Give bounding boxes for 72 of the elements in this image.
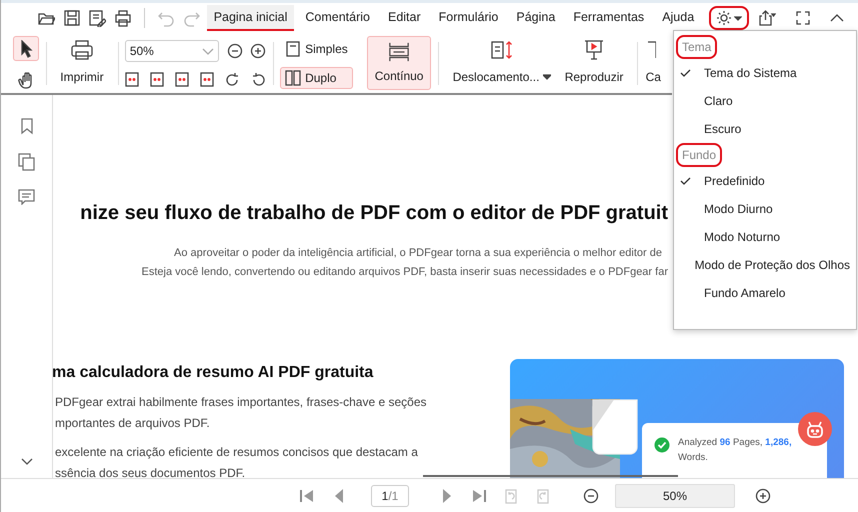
zoom-in-icon[interactable] (755, 488, 771, 504)
menu-tab[interactable]: Ferramentas (566, 4, 652, 30)
caret-icon (734, 14, 742, 20)
bookmark-icon[interactable] (18, 117, 34, 135)
menu-item[interactable]: Predefinido (674, 167, 856, 195)
check-icon (680, 176, 691, 186)
page-icon (592, 399, 638, 455)
double-page-icon (285, 70, 302, 86)
fullscreen-icon (795, 10, 812, 26)
fit-width-icon[interactable] (174, 72, 189, 87)
hand-icon (18, 71, 34, 90)
menu-item[interactable]: Modo Noturno (674, 223, 856, 251)
zoom-out-icon[interactable] (227, 43, 244, 59)
menu-tab[interactable]: Editar (380, 4, 428, 30)
rotate-left-icon[interactable] (250, 72, 266, 87)
first-page-icon[interactable] (299, 488, 315, 504)
zoom-dropdown[interactable]: 50% (124, 40, 219, 62)
check-icon (680, 68, 691, 78)
scroll-mode-button[interactable]: Deslocamento... (446, 36, 558, 93)
section-heading: ma calculadora de resumo AI PDF gratuita (53, 363, 374, 382)
caret-icon (542, 74, 551, 80)
save-edit-icon (88, 8, 106, 26)
menu-section-title: Tema (676, 35, 718, 59)
last-page-icon[interactable] (471, 488, 487, 504)
menu-tab[interactable]: Ajuda (655, 4, 702, 30)
menu-item[interactable]: Tema do Sistema (674, 59, 856, 87)
body-text: PDFgear extrai habilmente frases importantes, frases-chave e seções mportantes de arquivos PDF. (55, 394, 427, 432)
printer-icon (68, 39, 95, 61)
zoom-out-icon[interactable] (583, 488, 599, 504)
menu-tab[interactable]: Página (509, 4, 562, 30)
share-icon (757, 8, 776, 26)
menu-tab[interactable]: Formulário (432, 4, 506, 30)
menu-tab[interactable]: Comentário (298, 4, 377, 30)
print-button[interactable]: Imprimir (53, 36, 111, 93)
chevron-down-icon[interactable] (20, 458, 32, 466)
sun-icon (716, 10, 732, 26)
zoom-in-icon[interactable] (250, 43, 266, 59)
cursor-icon (19, 40, 33, 58)
menu-item[interactable]: Claro (674, 87, 856, 115)
menu-item[interactable]: Modo Diurno (674, 195, 856, 223)
actual-size-icon[interactable] (124, 72, 139, 87)
page-field[interactable]: 1/1 (371, 484, 409, 506)
intro-text: Ao aproveitar o poder da inteligência artificial, o PDFgear torna a sua experiência o melhor editor de (174, 246, 662, 261)
single-page-icon (285, 41, 302, 57)
menu-tab[interactable]: Pagina inicial (206, 4, 294, 30)
double-page-button[interactable]: Duplo (280, 67, 353, 89)
tool-button[interactable]: Ca (644, 36, 662, 93)
menu-item[interactable]: Escuro (674, 115, 856, 143)
rotate-right-icon[interactable] (224, 72, 240, 87)
select-tool-button[interactable] (13, 36, 39, 62)
analysis-text: Analyzed 96 Pages, 1,286, Words. (678, 436, 792, 465)
robot-icon (805, 420, 825, 438)
comment-icon[interactable] (18, 189, 35, 205)
chevron-down-icon (202, 48, 214, 54)
document-heading: nize seu fluxo de trabalho de PDF com o editor de PDF gratuit (80, 201, 668, 225)
fit-page-icon[interactable] (150, 72, 164, 87)
single-page-button[interactable]: Simples (280, 38, 353, 60)
save-icon (62, 8, 81, 26)
play-button[interactable]: Reproduzir (558, 36, 630, 93)
presentation-icon (583, 39, 606, 61)
fit-height-icon[interactable] (200, 72, 214, 87)
menu-item[interactable]: Modo de Proteção dos Olhos (674, 251, 856, 279)
menu-section-title: Fundo (676, 143, 722, 167)
body-text: excelente na criação eficiente de resumos concisos que destacam a ssência dos seus documentos PDF. (55, 444, 418, 478)
zoom-field[interactable]: 50% (615, 484, 735, 508)
intro-text: Esteja você lendo, convertendo ou editando arquivos PDF, basta inserir suas necessidades e o PDFgear far (142, 265, 668, 280)
scroll-icon (490, 39, 514, 61)
check-circle-icon (654, 437, 670, 453)
menu-item[interactable]: Fundo Amarelo (674, 279, 856, 307)
print-icon (114, 8, 132, 26)
pages-icon[interactable] (18, 153, 35, 171)
continuous-button[interactable]: Contínuo (366, 36, 432, 90)
